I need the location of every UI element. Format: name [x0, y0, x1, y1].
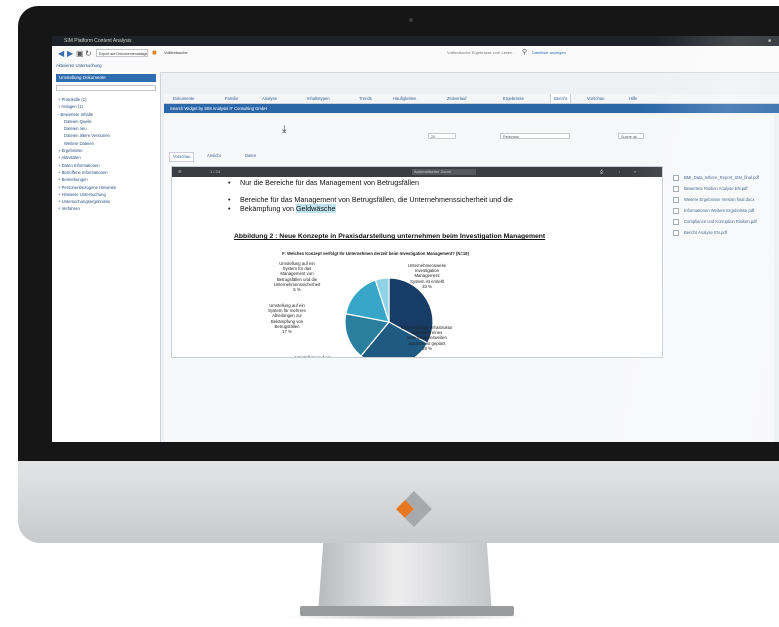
tab-analyse[interactable]: Analyse [259, 94, 280, 103]
tab-dokumente[interactable]: Dokumente [170, 94, 197, 103]
pdf-viewer: ☰ 1 / 24 Automatischer Zoom ⎙ ↓ » Nur di… [171, 166, 663, 358]
tab-trends[interactable]: Trends [356, 94, 375, 103]
camera-dot [409, 18, 413, 22]
left-panel-search-input[interactable] [56, 85, 156, 91]
sidebar-item[interactable]: - Bewertete Inhalte [58, 111, 158, 118]
sidebar-item[interactable]: Dateien ältere Versionen [58, 132, 158, 139]
sidebar-item[interactable]: + Untersuchungsergebnisse [58, 198, 158, 205]
pdf-toolbar: ☰ 1 / 24 Automatischer Zoom ⎙ ↓ » [172, 167, 662, 177]
window-controls-icon[interactable]: ■ [768, 36, 771, 46]
bullet-text-continued: Bekämpfung von Geldwäsche [228, 204, 336, 213]
breadcrumb[interactable]: Aktivieren Untersuchung [56, 63, 102, 68]
screen: SIM Platform Content Analysis ■ ◀ ▶ ▣ ↻ … [52, 36, 779, 442]
address-field[interactable]: Export auf Dokumentenablage [96, 49, 148, 57]
file-list-item[interactable]: Informationen Weitere Ergebnisse.pdf [672, 205, 779, 216]
highlighted-term: Geldwäsche [295, 204, 336, 213]
sidebar-item[interactable]: + Anlagen (1) [58, 103, 158, 110]
sidebar-item[interactable]: + Betroffene Informationen [58, 169, 158, 176]
slice-label: Umstellung auf ein unternehmensweites Sy… [295, 355, 331, 358]
sidebar-item[interactable]: + Personenbezogene Hinweise [58, 184, 158, 191]
subtab-daten[interactable]: Daten [245, 152, 256, 160]
tab-inhaltstypen[interactable]: Inhaltstypen [304, 94, 333, 103]
main-toolbar: ◀ ▶ ▣ ↻ Export auf Dokumentenablage ■ Vo… [52, 46, 779, 73]
widget-banner: Search Widget by SIM Analysis IT Consult… [164, 104, 779, 113]
sidebar-item[interactable]: Weitere Dateien [58, 140, 158, 147]
filter-button[interactable]: Suche ok [618, 133, 644, 139]
sidebar-item[interactable]: + Hinweise Untersuchung [58, 191, 158, 198]
tab-ergebnisse[interactable]: Ergebnisse [500, 94, 527, 103]
download-icon[interactable]: ⤓ [282, 124, 286, 135]
save-icon[interactable]: ▣ [76, 50, 84, 58]
bullet-text-prefix: Bekämpfung von [240, 204, 296, 213]
chart-title: F: Welches Konzept verfolgt Ihr Unterneh… [282, 251, 469, 256]
figure-title: Abbildung 2 : Neue Konzepte in Praxisdar… [234, 233, 546, 240]
left-panel-header[interactable]: Umstellung Dokumente [56, 74, 156, 82]
sidebar-item[interactable]: + Ergebnisse [58, 147, 158, 154]
file-list: BMI_Data_Where_Report_SIM_final.pdf Bewer… [672, 172, 779, 238]
file-list-item[interactable]: Weitere Ergebnisse Version final.docx [672, 194, 779, 205]
preview-subtabs: Vorschau Ansicht Daten [169, 152, 289, 162]
sidebar-item[interactable]: + Bemerkungen [58, 176, 158, 183]
forward-arrow-icon[interactable]: ▶ [67, 50, 75, 58]
page-size-select[interactable]: 20 [428, 133, 456, 139]
left-panel: Umstellung Dokumente + Protokolle (1) + A… [52, 72, 161, 442]
page-indicator[interactable]: 1 / 24 [210, 167, 220, 177]
monitor-stand [318, 543, 492, 613]
tab-zeitverlauf[interactable]: Zeitverlauf [444, 94, 470, 103]
slice-label: Umstellung auf ein System für das Manage… [273, 261, 321, 293]
subtab-ansicht[interactable]: Ansicht [207, 152, 221, 160]
filter-label[interactable]: Volltextsuche [164, 50, 188, 55]
widget-banner-text: Search Widget by SIM Analysis IT Consult… [170, 106, 268, 111]
sort-select[interactable]: Relevanz [500, 133, 570, 139]
navigation-tree: + Protokolle (1) + Anlagen (1) - Bewertete… [58, 96, 158, 213]
search-hint: Volltextsuche Ergebnisse zum Lesen [447, 50, 513, 55]
main-content: ⤓ 20 Relevanz Suche ok Vorschau Ansicht Da… [164, 114, 774, 442]
more-tools-icon[interactable]: » [634, 167, 636, 177]
file-list-item[interactable]: Compliance und Korruption Risiken.pdf [672, 216, 779, 227]
bullet-text: Nur die Bereiche für das Management von … [228, 178, 419, 187]
file-list-item[interactable]: Bericht Analyse EN.pdf [672, 227, 779, 238]
brand-logo-icon [396, 491, 432, 527]
window-title: SIM Platform Content Analysis [64, 38, 132, 44]
file-list-item[interactable]: Bewertete Risiken Analyse EN.pdf [672, 183, 779, 194]
file-list-item[interactable]: BMI_Data_Where_Report_SIM_final.pdf [672, 172, 779, 183]
search-icon[interactable]: ⚲ [522, 49, 530, 57]
folder-icon[interactable]: ■ [152, 49, 160, 57]
sidebar-item[interactable]: + Aktivitäten [58, 154, 158, 161]
document-page: Nur die Bereiche für das Management von … [182, 177, 658, 357]
monitor-foot [300, 606, 514, 616]
sidebar-item[interactable]: + Protokolle (1) [58, 96, 158, 103]
bullet-text: Bereiche für das Management von Betrugsf… [228, 195, 513, 204]
download-pdf-icon[interactable]: ↓ [618, 167, 620, 177]
file-list-link[interactable]: Dateiliste anzeigen [532, 50, 566, 55]
back-arrow-icon[interactable]: ◀ [58, 50, 66, 58]
sidebar-toggle-icon[interactable]: ☰ [178, 167, 182, 177]
sidebar-item[interactable]: + Verfahren [58, 205, 158, 212]
slice-label: Umstellung auf ein System für mehrere Ab… [268, 303, 306, 335]
tab-vorschau[interactable]: Vorschau [584, 94, 607, 103]
subtab-vorschau[interactable]: Vorschau [169, 152, 195, 162]
tab-familie[interactable]: Familie [222, 94, 242, 103]
print-icon[interactable]: ⎙ [600, 167, 603, 177]
tab-häufigkeiten[interactable]: Häufigkeiten [390, 94, 419, 103]
tab-bericht[interactable]: Bericht [550, 94, 572, 103]
sidebar-item[interactable]: + Daten Informationen [58, 162, 158, 169]
sidebar-item[interactable]: Dateien neu [58, 125, 158, 132]
tab-hilfe[interactable]: Hilfe [626, 94, 640, 103]
window-titlebar: SIM Platform Content Analysis ■ [52, 36, 779, 46]
sidebar-item[interactable]: Dateien Quelle [58, 118, 158, 125]
slice-label: Eigenständige Infrastruktur Erstellung e… [401, 325, 453, 351]
tab-bar: Dokumente Familie Analyse Inhaltstypen Trend… [164, 94, 779, 104]
slice-label: Unternehmensweite Investigation Manageme… [407, 263, 447, 289]
zoom-select[interactable]: Automatischer Zoom [412, 169, 476, 175]
refresh-icon[interactable]: ↻ [85, 50, 93, 58]
